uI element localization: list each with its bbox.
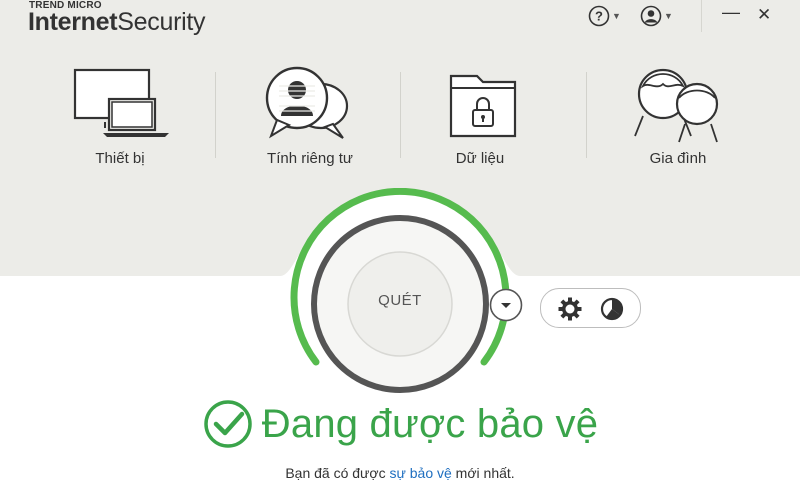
family-icon bbox=[634, 68, 719, 143]
check-circle-icon bbox=[204, 400, 252, 448]
brand-product: InternetSecurity bbox=[28, 8, 206, 36]
nav-divider bbox=[400, 72, 401, 158]
user-circle-icon bbox=[640, 5, 662, 27]
status-title: Đang được bảo vệ bbox=[261, 401, 599, 446]
nav-divider bbox=[586, 72, 587, 158]
chevron-down-icon: ▼ bbox=[664, 11, 673, 21]
chevron-down-icon: ▼ bbox=[612, 11, 621, 21]
protection-link[interactable]: sự bảo vệ bbox=[390, 465, 452, 481]
data-lock-icon bbox=[449, 74, 517, 138]
status-subtitle: Bạn đã có được sự bảo vệ mới nhất. bbox=[285, 465, 515, 481]
minimize-button[interactable]: — bbox=[722, 2, 740, 23]
account-button[interactable]: ▼ bbox=[640, 5, 673, 27]
scan-options-button[interactable] bbox=[489, 288, 523, 322]
devices-icon bbox=[73, 68, 169, 137]
svg-text:?: ? bbox=[595, 9, 603, 24]
protection-status: Đang được bảo vệ bbox=[0, 398, 800, 455]
nav-label: Dữ liệu bbox=[455, 150, 505, 167]
scan-button[interactable]: QUÉT bbox=[355, 292, 445, 309]
report-pie-icon[interactable] bbox=[599, 296, 625, 322]
nav-label: Gia đình bbox=[649, 150, 707, 167]
gear-icon[interactable] bbox=[557, 296, 583, 322]
tools-pill bbox=[540, 288, 641, 328]
close-button[interactable]: ✕ bbox=[757, 5, 771, 25]
titlebar-divider bbox=[701, 0, 702, 32]
help-button[interactable]: ? ▼ bbox=[588, 5, 621, 27]
privacy-icon bbox=[265, 66, 349, 139]
nav-label: Thiết bị bbox=[95, 150, 145, 167]
question-circle-icon: ? bbox=[588, 5, 610, 27]
nav-label: Tính riêng tư bbox=[267, 150, 353, 167]
nav-divider bbox=[215, 72, 216, 158]
